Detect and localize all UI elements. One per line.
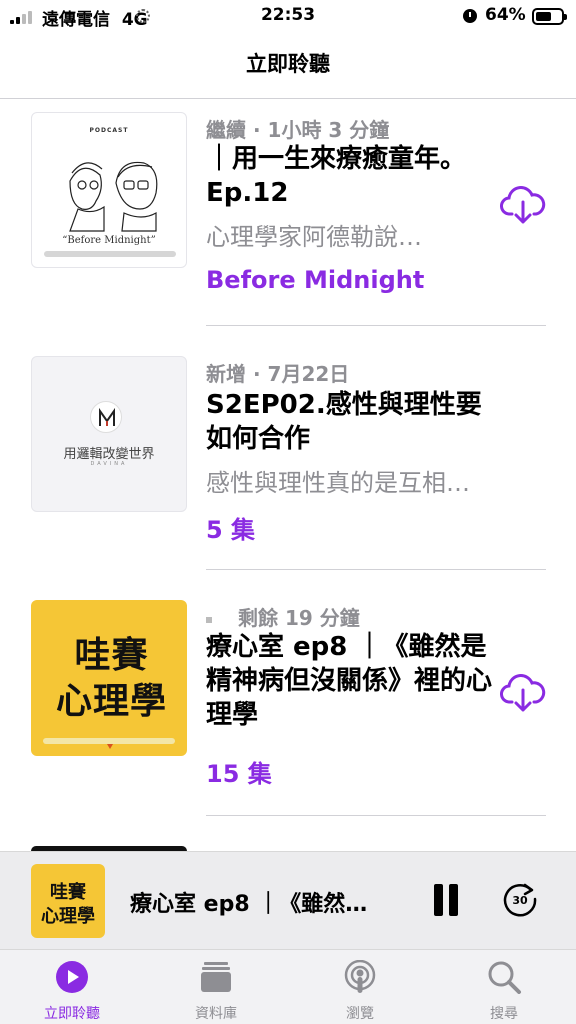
header-divider bbox=[0, 98, 576, 99]
episode-meta: 剩餘 19 分鐘 bbox=[206, 602, 360, 631]
artwork-title-line1: 哇賽 bbox=[74, 635, 149, 676]
skip-seconds-label: 30 bbox=[512, 894, 528, 907]
row-divider bbox=[206, 569, 546, 570]
artwork-podcast-label: PODCAST bbox=[89, 127, 129, 134]
tab-label: 立即聆聽 bbox=[44, 1006, 100, 1022]
now-playing-title[interactable]: 療心室 ep8 ｜《雖然… bbox=[130, 886, 367, 918]
page-title: 立即聆聽 bbox=[246, 52, 330, 76]
artwork-subtitle: DAVINA bbox=[90, 461, 128, 467]
tab-listen-now[interactable]: 立即聆聽 bbox=[0, 950, 144, 1024]
pause-button[interactable] bbox=[434, 884, 460, 916]
artwork-title: 用邏輯改變世界 bbox=[63, 447, 155, 462]
tab-browse[interactable]: 瀏覽 bbox=[288, 950, 432, 1024]
episode-artwork[interactable]: 哇賽 心理學 bbox=[31, 600, 187, 756]
tab-bar: 立即聆聽 資料庫 瀏覽 搜尋 bbox=[0, 949, 576, 1024]
episode-artwork[interactable]: 用邏輯改變世界 DAVINA bbox=[31, 356, 187, 512]
artwork-marker bbox=[107, 744, 113, 749]
battery-level bbox=[536, 12, 552, 21]
logo-m-icon bbox=[90, 401, 122, 433]
library-stack-icon bbox=[198, 960, 234, 994]
episode-count-link[interactable]: 5 集 bbox=[206, 510, 255, 545]
cloud-download-icon[interactable] bbox=[500, 672, 546, 714]
play-circle-icon bbox=[54, 960, 90, 994]
episode-description: 心理學家阿德勒說… bbox=[206, 223, 422, 251]
tab-label: 資料庫 bbox=[195, 1006, 237, 1022]
episode-title[interactable]: 療心室 ep8 ｜《雖然是精神病但沒關係》裡的心理學 bbox=[206, 630, 496, 732]
tab-label: 搜尋 bbox=[490, 1006, 518, 1022]
episode-artwork[interactable]: PODCAST “Before Midnight” bbox=[31, 112, 187, 268]
hosts-illustration bbox=[69, 161, 158, 232]
artwork-progress-bar bbox=[44, 251, 176, 257]
episode-title[interactable]: ｜用一生來療癒童年。Ep.12 bbox=[206, 142, 496, 210]
battery-percentage: 64% bbox=[485, 5, 526, 25]
alarm-clock-icon bbox=[463, 9, 477, 23]
episode-count-link[interactable]: 15 集 bbox=[206, 754, 272, 789]
row-divider bbox=[206, 815, 546, 816]
mini-artwork-line2: 心理學 bbox=[41, 906, 95, 927]
cloud-download-icon[interactable] bbox=[500, 184, 546, 226]
tab-library[interactable]: 資料庫 bbox=[144, 950, 288, 1024]
skip-forward-30-button[interactable]: 30 bbox=[501, 880, 539, 918]
show-name-link[interactable]: Before Midnight bbox=[206, 266, 424, 294]
mini-artwork-line1: 哇賽 bbox=[50, 882, 86, 903]
episode-meta: 繼續 · 1小時 3 分鐘 bbox=[206, 118, 390, 142]
mini-player-artwork[interactable]: 哇賽 心理學 bbox=[31, 864, 105, 938]
artwork-title-line2: 心理學 bbox=[55, 681, 167, 722]
podcast-browse-icon bbox=[342, 959, 378, 994]
played-indicator-icon bbox=[206, 616, 212, 623]
artwork-show-name: “Before Midnight” bbox=[62, 235, 156, 246]
mini-player[interactable]: 哇賽 心理學 療心室 ep8 ｜《雖然… 30 bbox=[0, 851, 576, 949]
search-icon bbox=[486, 960, 522, 994]
row-divider bbox=[206, 325, 546, 326]
status-bar: 遠傳電信 4G 22:53 64% bbox=[0, 0, 576, 34]
tab-search[interactable]: 搜尋 bbox=[432, 950, 576, 1024]
tab-label: 瀏覽 bbox=[346, 1006, 374, 1022]
episode-description: 感性與理性真的是互相… bbox=[206, 469, 470, 497]
episode-meta: 新增 · 7月22日 bbox=[206, 362, 350, 386]
battery-icon bbox=[532, 8, 567, 25]
episode-title[interactable]: S2EP02.感性與理性要如何合作 bbox=[206, 388, 496, 456]
